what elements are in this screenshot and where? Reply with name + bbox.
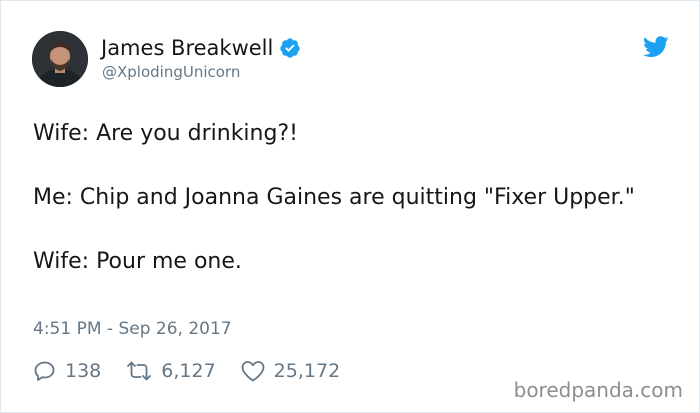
retweet-icon: [127, 361, 152, 381]
reply-count: 138: [65, 360, 102, 382]
like-button[interactable]: 25,172: [240, 359, 340, 383]
tweet-text: Wife: Are you drinking?! Me: Chip and Jo…: [33, 118, 653, 278]
tweet-paragraph: Wife: Are you drinking?!: [33, 121, 298, 146]
author-display-name[interactable]: James Breakwell: [101, 36, 273, 60]
like-count: 25,172: [273, 360, 341, 382]
author-name-row[interactable]: James Breakwell: [101, 34, 301, 62]
watermark: boredpanda.com: [513, 378, 683, 402]
heart-icon: [241, 361, 265, 382]
avatar[interactable]: [32, 31, 88, 87]
tweet-paragraph: Me: Chip and Joanna Gaines are quitting …: [33, 185, 635, 210]
verified-badge-icon: [279, 37, 301, 59]
author-handle[interactable]: @XplodingUnicorn: [102, 63, 240, 81]
retweet-count: 6,127: [161, 360, 216, 382]
tweet-timestamp[interactable]: 4:51 PM - Sep 26, 2017: [33, 319, 232, 339]
twitter-bird-icon[interactable]: [642, 36, 669, 58]
retweet-button[interactable]: 6,127: [125, 359, 216, 383]
tweet-paragraph: Wife: Pour me one.: [33, 249, 242, 274]
reply-button[interactable]: 138: [33, 359, 101, 383]
tweet-card: James Breakwell @XplodingUnicorn Wife: A…: [0, 0, 700, 413]
reply-icon: [34, 361, 55, 381]
tweet-actions: 138 6,127 25,172: [33, 358, 364, 384]
avatar-image: [32, 31, 88, 87]
